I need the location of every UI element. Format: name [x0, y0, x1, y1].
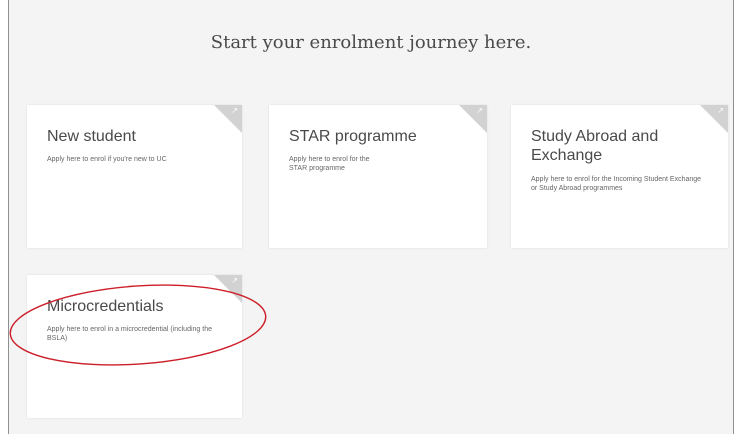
corner-arrow-icon: ↗: [717, 106, 724, 115]
card-title: Study Abroad and Exchange: [531, 128, 659, 164]
card-title: Microcredentials: [47, 298, 164, 315]
card-title: New student: [47, 128, 136, 145]
page-heading: Start your enrolment journey here.: [210, 32, 532, 53]
card-star-programme[interactable]: ↗ STAR programme Apply here to enrol for…: [269, 105, 487, 248]
card-description: Apply here to enrol for the STAR program…: [289, 156, 370, 172]
corner-arrow-icon: ↗: [231, 276, 238, 285]
corner-arrow-icon: ↗: [476, 106, 483, 115]
card-description: Apply here to enrol for the Incoming Stu…: [531, 176, 702, 192]
card-title: STAR programme: [289, 128, 417, 145]
card-study-abroad-exchange[interactable]: ↗ Study Abroad and Exchange Apply here t…: [511, 105, 728, 248]
enrolment-panel: Start your enrolment journey here. ↗ New…: [8, 0, 734, 434]
card-description: Apply here to enrol if you're new to UC: [47, 156, 167, 163]
card-new-student[interactable]: ↗ New student Apply here to enrol if you…: [27, 105, 242, 248]
corner-arrow-icon: ↗: [231, 106, 238, 115]
card-description: Apply here to enrol in a microcredential…: [47, 326, 212, 342]
card-microcredentials[interactable]: ↗ Microcredentials Apply here to enrol i…: [27, 275, 242, 418]
